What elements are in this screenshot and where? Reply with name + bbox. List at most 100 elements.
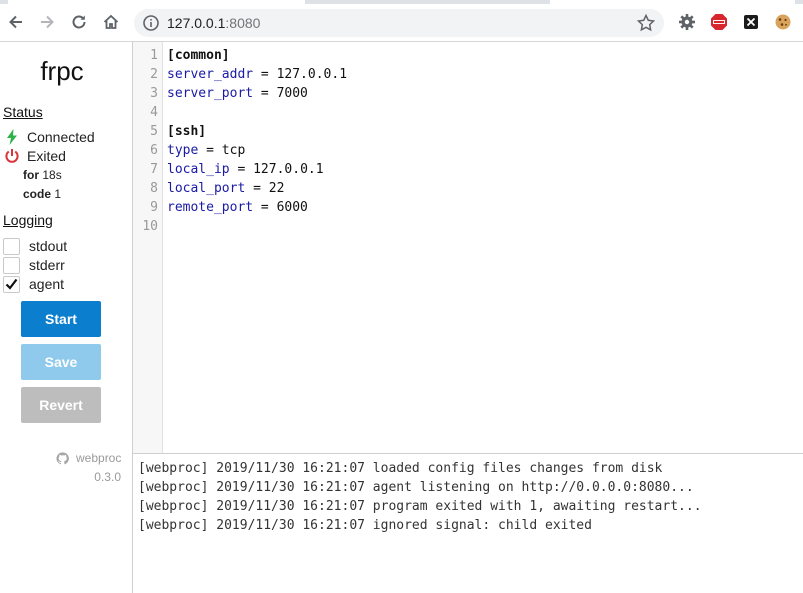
equals-sign: = — [253, 200, 277, 215]
status-connected-label: Connected — [27, 129, 95, 145]
stdout-checkbox[interactable] — [3, 237, 20, 255]
config-value: tcp — [221, 143, 246, 158]
version-label: 0.3.0 — [94, 470, 121, 484]
tab-strip — [0, 0, 803, 4]
browser-toolbar: 127.0.0.1:8080 — [0, 0, 803, 42]
reload-button[interactable] — [67, 10, 91, 34]
status-exited-label: Exited — [27, 148, 66, 164]
code-line[interactable]: local_ip = 127.0.0.1 — [167, 160, 324, 179]
config-value: 127.0.0.1 — [276, 67, 348, 82]
section-header: [ssh] — [167, 124, 207, 139]
tab-background[interactable] — [305, 0, 550, 4]
line-number: 3 — [150, 86, 158, 101]
config-key: remote_port — [167, 200, 254, 215]
exit-code-key: code — [23, 187, 52, 201]
gear-icon — [679, 14, 695, 30]
line-number: 5 — [150, 124, 158, 139]
uptime-value: 18s — [42, 168, 62, 182]
log-line: [webproc] 2019/11/30 16:21:07 agent list… — [138, 480, 694, 495]
equals-sign: = — [253, 86, 277, 101]
equals-sign: = — [245, 181, 269, 196]
url-text[interactable]: 127.0.0.1:8080 — [167, 15, 260, 31]
lightning-icon — [4, 129, 20, 145]
save-button[interactable]: Save — [21, 344, 101, 380]
line-gutter: 1 2 3 4 5 6 7 8 9 10 — [133, 42, 163, 453]
code-line[interactable]: remote_port = 6000 — [167, 198, 308, 217]
arrow-right-icon — [41, 15, 54, 29]
config-key: server_port — [167, 86, 254, 101]
config-key: type — [167, 143, 199, 158]
agent-checkbox[interactable] — [3, 275, 20, 293]
home-button[interactable] — [99, 10, 123, 34]
logging-agent[interactable]: agent — [3, 275, 64, 293]
webproc-link[interactable]: webproc — [56, 451, 121, 465]
app-title: frpc — [40, 56, 84, 86]
config-editor[interactable]: 1 2 3 4 5 6 7 8 9 10 [common] server_addr = 127.0.… — [133, 42, 803, 453]
agent-label: agent — [29, 276, 65, 292]
exit-code-detail: code 1 — [23, 187, 61, 201]
section-header: [common] — [167, 48, 230, 63]
config-value: 7000 — [276, 86, 308, 101]
forward-button[interactable] — [35, 10, 59, 34]
extension-adblock[interactable] — [709, 12, 729, 32]
line-number: 9 — [150, 200, 158, 215]
line-number: 8 — [150, 181, 158, 196]
logging-stderr[interactable]: stderr — [3, 256, 65, 274]
arrow-left-icon — [9, 15, 22, 29]
line-number: 10 — [142, 219, 158, 234]
log-line: [webproc] 2019/11/30 16:21:07 loaded con… — [138, 461, 663, 476]
start-button[interactable]: Start — [21, 301, 101, 337]
code-line[interactable]: type = tcp — [167, 141, 245, 160]
line-number: 2 — [150, 67, 158, 82]
address-bar[interactable]: 127.0.0.1:8080 — [134, 9, 664, 37]
power-icon — [4, 148, 20, 164]
adblock-icon — [711, 14, 727, 30]
log-panel: [webproc] 2019/11/30 16:21:07 loaded con… — [133, 453, 803, 593]
status-connected: Connected — [4, 128, 95, 146]
reload-icon — [72, 15, 86, 29]
stderr-checkbox[interactable] — [3, 256, 20, 274]
equals-sign: = — [198, 143, 222, 158]
tab-edge — [795, 0, 803, 4]
extension-cookie[interactable] — [773, 12, 793, 32]
config-key: local_port — [167, 181, 246, 196]
equals-sign: = — [229, 162, 254, 177]
extension-dark[interactable] — [741, 12, 761, 32]
code-line[interactable]: server_port = 7000 — [167, 84, 308, 103]
line-number: 1 — [150, 48, 158, 63]
extension-gear[interactable] — [677, 12, 697, 32]
cookie-icon — [775, 14, 791, 30]
log-line: [webproc] 2019/11/30 16:21:07 ignored si… — [138, 518, 592, 533]
config-value: 6000 — [276, 200, 308, 215]
uptime-key: for — [23, 168, 39, 182]
logging-heading: Logging — [3, 212, 53, 228]
config-key: local_ip — [167, 162, 230, 177]
logging-stdout[interactable]: stdout — [3, 237, 67, 255]
code-line[interactable]: server_addr = 127.0.0.1 — [167, 65, 347, 84]
config-value: 127.0.0.1 — [253, 162, 324, 177]
home-icon — [103, 14, 119, 29]
code-line[interactable]: [common] — [167, 46, 230, 65]
status-heading: Status — [3, 104, 43, 120]
line-number: 6 — [150, 143, 158, 158]
config-key: server_addr — [167, 67, 254, 82]
line-number: 4 — [150, 105, 158, 120]
checkmark-icon — [5, 278, 18, 290]
sidebar: frpc Status Connected Exited for 18s cod… — [0, 42, 133, 593]
line-number: 7 — [150, 162, 158, 177]
info-icon[interactable] — [142, 14, 160, 32]
revert-button[interactable]: Revert — [21, 387, 101, 423]
star-icon[interactable] — [636, 13, 656, 33]
extension-icon — [744, 15, 758, 29]
stdout-label: stdout — [29, 238, 68, 254]
url-host: 127.0.0.1 — [167, 15, 226, 31]
exit-code-value: 1 — [54, 187, 62, 201]
code-line[interactable]: [ssh] — [167, 122, 206, 141]
log-line: [webproc] 2019/11/30 16:21:07 program ex… — [138, 499, 702, 514]
code-line[interactable]: local_port = 22 — [167, 179, 284, 198]
equals-sign: = — [253, 67, 277, 82]
status-exited: Exited — [4, 147, 66, 165]
back-button[interactable] — [4, 10, 28, 34]
config-value: 22 — [268, 181, 285, 196]
github-icon — [56, 451, 69, 464]
